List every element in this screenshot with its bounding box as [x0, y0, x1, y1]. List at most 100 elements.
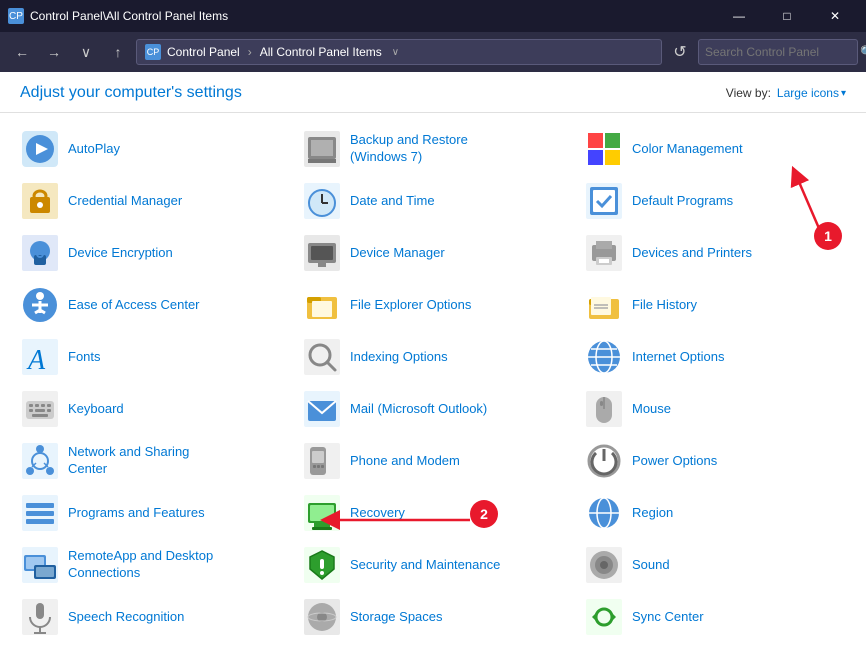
window-title: Control Panel\All Control Panel Items: [30, 9, 716, 23]
power-options-label: Power Options: [632, 453, 717, 470]
grid-item-backup-restore[interactable]: Backup and Restore (Windows 7): [292, 123, 574, 175]
network-sharing-label: Network and Sharing Center: [68, 444, 189, 478]
devices-printers-icon: [586, 235, 622, 271]
backup-restore-icon: [304, 131, 340, 167]
speech-recognition-label: Speech Recognition: [68, 609, 184, 626]
address-icon: CP: [145, 44, 161, 60]
window-controls: — □ ✕: [716, 0, 858, 32]
grid-item-internet-options[interactable]: Internet Options: [574, 331, 856, 383]
view-by-label: View by:: [726, 86, 771, 100]
internet-options-icon: [586, 339, 622, 375]
recovery-icon: [304, 495, 340, 531]
search-input[interactable]: [705, 45, 860, 59]
grid-item-keyboard[interactable]: Keyboard: [10, 383, 292, 435]
grid-item-sync-center[interactable]: Sync Center: [574, 591, 856, 643]
main-content: Adjust your computer's settings View by:…: [0, 72, 866, 646]
device-encryption-label: Device Encryption: [68, 245, 173, 262]
breadcrumb-items: All Control Panel Items: [260, 45, 382, 59]
grid-item-credential-manager[interactable]: Credential Manager: [10, 175, 292, 227]
breadcrumb-panel: Control Panel: [167, 45, 240, 59]
maximize-button[interactable]: □: [764, 0, 810, 32]
back-button[interactable]: ←: [8, 38, 36, 66]
default-programs-icon: [586, 183, 622, 219]
grid-item-default-programs[interactable]: Default Programs: [574, 175, 856, 227]
grid-item-device-encryption[interactable]: Device Encryption: [10, 227, 292, 279]
file-history-label: File History: [632, 297, 697, 314]
programs-features-label: Programs and Features: [68, 505, 205, 522]
grid-item-programs-features[interactable]: Programs and Features: [10, 487, 292, 539]
grid-item-device-manager[interactable]: Device Manager: [292, 227, 574, 279]
grid-item-speech-recognition[interactable]: Speech Recognition: [10, 591, 292, 643]
grid-item-mail[interactable]: Mail (Microsoft Outlook): [292, 383, 574, 435]
refresh-button[interactable]: ↺: [666, 38, 694, 66]
search-box[interactable]: 🔍: [698, 39, 858, 65]
grid-item-security-maintenance[interactable]: Security and Maintenance: [292, 539, 574, 591]
grid-item-remoteapp[interactable]: RemoteApp and Desktop Connections: [10, 539, 292, 591]
device-manager-label: Device Manager: [350, 245, 445, 262]
color-management-label: Color Management: [632, 141, 743, 158]
grid-item-autoplay[interactable]: AutoPlay: [10, 123, 292, 175]
grid-item-devices-printers[interactable]: Devices and Printers: [574, 227, 856, 279]
ease-of-access-icon: [22, 287, 58, 323]
mouse-icon: [586, 391, 622, 427]
grid-item-phone-modem[interactable]: Phone and Modem: [292, 435, 574, 487]
mail-icon: [304, 391, 340, 427]
date-time-icon: [304, 183, 340, 219]
power-options-icon: [586, 443, 622, 479]
grid-item-power-options[interactable]: Power Options: [574, 435, 856, 487]
title-bar: CP Control Panel\All Control Panel Items…: [0, 0, 866, 32]
file-explorer-label: File Explorer Options: [350, 297, 471, 314]
backup-restore-label: Backup and Restore (Windows 7): [350, 132, 468, 166]
region-icon: [586, 495, 622, 531]
search-icon: 🔍: [860, 45, 866, 59]
mail-label: Mail (Microsoft Outlook): [350, 401, 487, 418]
grid-item-date-time[interactable]: Date and Time: [292, 175, 574, 227]
fonts-label: Fonts: [68, 349, 101, 366]
storage-spaces-label: Storage Spaces: [350, 609, 443, 626]
phone-modem-label: Phone and Modem: [350, 453, 460, 470]
file-explorer-icon: [304, 287, 340, 323]
ease-of-access-label: Ease of Access Center: [68, 297, 200, 314]
grid-item-ease-of-access[interactable]: Ease of Access Center: [10, 279, 292, 331]
close-button[interactable]: ✕: [812, 0, 858, 32]
grid-item-color-management[interactable]: Color Management: [574, 123, 856, 175]
grid-item-recovery[interactable]: Recovery: [292, 487, 574, 539]
remoteapp-label: RemoteApp and Desktop Connections: [68, 548, 213, 582]
grid-item-fonts[interactable]: A Fonts: [10, 331, 292, 383]
recovery-label: Recovery: [350, 505, 405, 522]
autoplay-label: AutoPlay: [68, 141, 120, 158]
remoteapp-icon: [22, 547, 58, 583]
speech-recognition-icon: [22, 599, 58, 635]
items-grid: AutoPlay Backup and Restore (Windows 7) Co…: [0, 113, 866, 646]
minimize-button[interactable]: —: [716, 0, 762, 32]
up-button[interactable]: ↑: [104, 38, 132, 66]
grid-item-indexing-options[interactable]: Indexing Options: [292, 331, 574, 383]
keyboard-label: Keyboard: [68, 401, 124, 418]
address-bar: ← → ∨ ↑ CP Control Panel › All Control P…: [0, 32, 866, 72]
grid-item-storage-spaces[interactable]: Storage Spaces: [292, 591, 574, 643]
security-maintenance-icon: [304, 547, 340, 583]
grid-item-mouse[interactable]: Mouse: [574, 383, 856, 435]
internet-options-label: Internet Options: [632, 349, 725, 366]
grid-item-network-sharing[interactable]: Network and Sharing Center: [10, 435, 292, 487]
storage-spaces-icon: [304, 599, 340, 635]
grid-item-region[interactable]: Region: [574, 487, 856, 539]
file-history-icon: [586, 287, 622, 323]
grid-item-file-history[interactable]: File History: [574, 279, 856, 331]
grid-item-sound[interactable]: Sound: [574, 539, 856, 591]
view-by-value[interactable]: Large icons ▾: [777, 86, 846, 100]
device-encryption-icon: [22, 235, 58, 271]
date-time-label: Date and Time: [350, 193, 435, 210]
sync-center-label: Sync Center: [632, 609, 704, 626]
grid-item-file-explorer[interactable]: File Explorer Options: [292, 279, 574, 331]
credential-manager-icon: [22, 183, 58, 219]
app-icon: CP: [8, 8, 24, 24]
sound-icon: [586, 547, 622, 583]
forward-button[interactable]: →: [40, 38, 68, 66]
address-field[interactable]: CP Control Panel › All Control Panel Ite…: [136, 39, 662, 65]
breadcrumb-chevron[interactable]: ∨: [392, 47, 399, 58]
indexing-options-icon: [304, 339, 340, 375]
dropdown-button[interactable]: ∨: [72, 38, 100, 66]
svg-text:A: A: [26, 345, 46, 375]
mouse-label: Mouse: [632, 401, 671, 418]
